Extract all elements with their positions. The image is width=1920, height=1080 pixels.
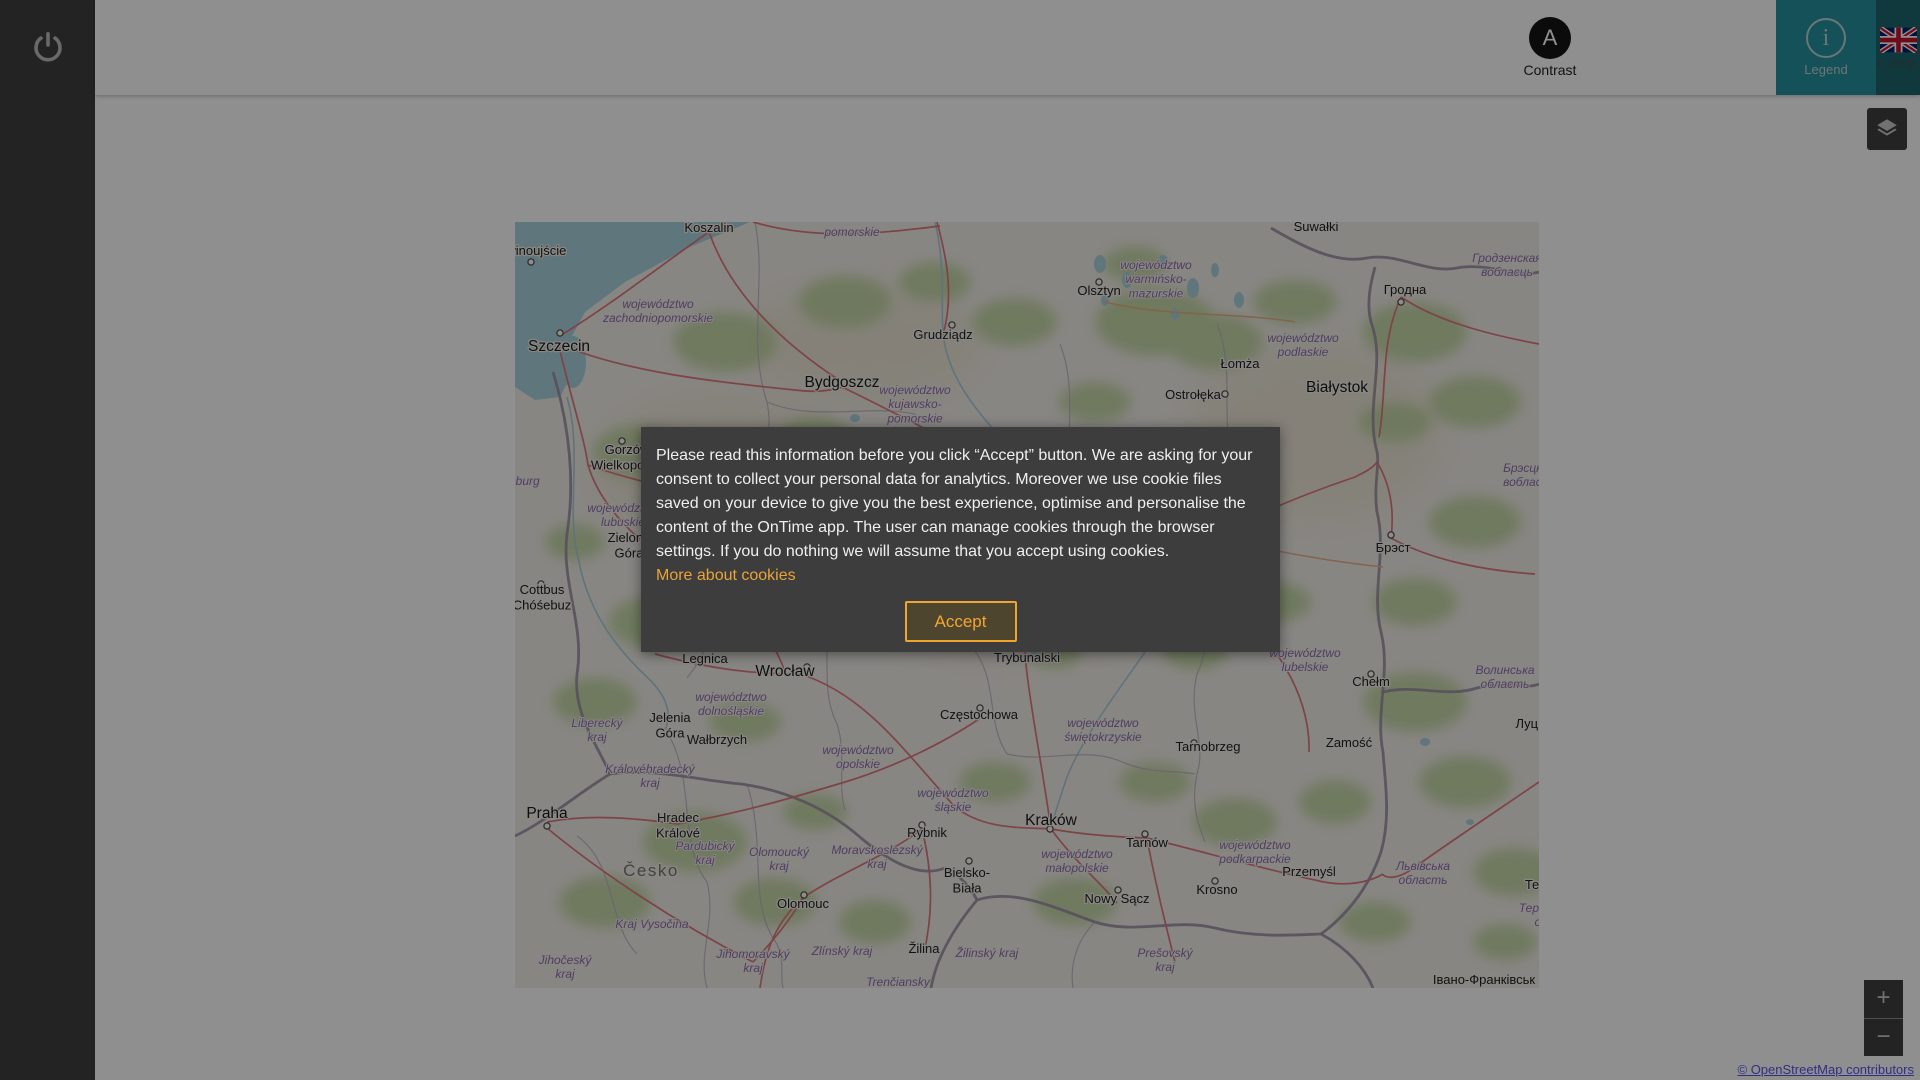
cookie-consent-dialog: Please read this information before you … <box>641 427 1280 652</box>
accept-button[interactable]: Accept <box>904 601 1017 642</box>
more-about-cookies-link[interactable]: More about cookies <box>656 564 796 588</box>
cookie-message: Please read this information before you … <box>656 447 1253 560</box>
